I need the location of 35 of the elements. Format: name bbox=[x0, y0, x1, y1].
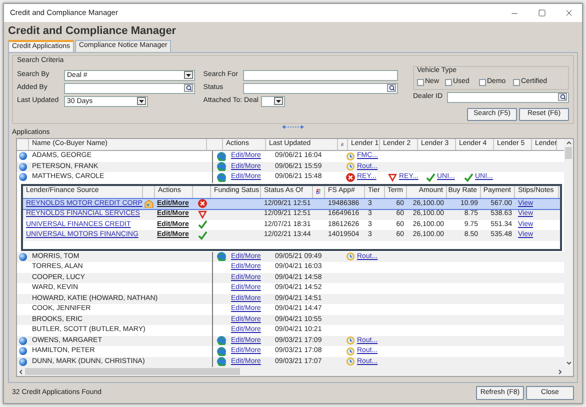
checkbox[interactable] bbox=[513, 78, 520, 86]
globe-icon[interactable] bbox=[216, 172, 226, 182]
dropdown-caret-icon[interactable] bbox=[274, 97, 284, 105]
scroll-thumb[interactable] bbox=[565, 147, 572, 159]
dropdown-field[interactable] bbox=[261, 96, 286, 106]
globe-icon[interactable] bbox=[216, 357, 226, 366]
globe-icon[interactable] bbox=[216, 162, 226, 172]
scroll-left-icon[interactable] bbox=[17, 368, 25, 374]
maximize-icon[interactable] bbox=[538, 9, 546, 17]
vertical-scrollbar[interactable] bbox=[564, 139, 573, 367]
input-field[interactable] bbox=[243, 70, 398, 80]
input-field[interactable] bbox=[447, 92, 569, 102]
input-field[interactable] bbox=[243, 82, 398, 94]
checkbox[interactable] bbox=[445, 78, 452, 86]
page-heading: Credit and Compliance Manager bbox=[8, 24, 176, 39]
dropdown-caret-icon[interactable] bbox=[137, 97, 146, 105]
search-icon[interactable] bbox=[387, 84, 396, 92]
globe-icon[interactable] bbox=[216, 346, 226, 356]
globe-icon[interactable] bbox=[216, 336, 226, 346]
globe-icon[interactable] bbox=[216, 252, 226, 262]
close-icon[interactable] bbox=[564, 8, 574, 18]
scroll-up-icon[interactable] bbox=[566, 139, 572, 147]
checkbox[interactable] bbox=[417, 78, 424, 86]
scroll-down-icon[interactable] bbox=[566, 359, 572, 367]
search-icon[interactable] bbox=[558, 93, 567, 101]
scroll-thumb[interactable] bbox=[25, 368, 240, 375]
horizontal-scrollbar[interactable] bbox=[17, 367, 573, 376]
checkbox[interactable] bbox=[479, 78, 486, 86]
splitter-icon[interactable] bbox=[282, 124, 304, 128]
sort-icon[interactable] bbox=[316, 187, 321, 196]
dropdown-caret-icon[interactable] bbox=[184, 71, 193, 79]
search-icon[interactable] bbox=[184, 84, 193, 92]
input-field[interactable] bbox=[64, 82, 195, 94]
scroll-right-icon[interactable] bbox=[556, 368, 564, 374]
globe-icon[interactable] bbox=[216, 152, 226, 161]
